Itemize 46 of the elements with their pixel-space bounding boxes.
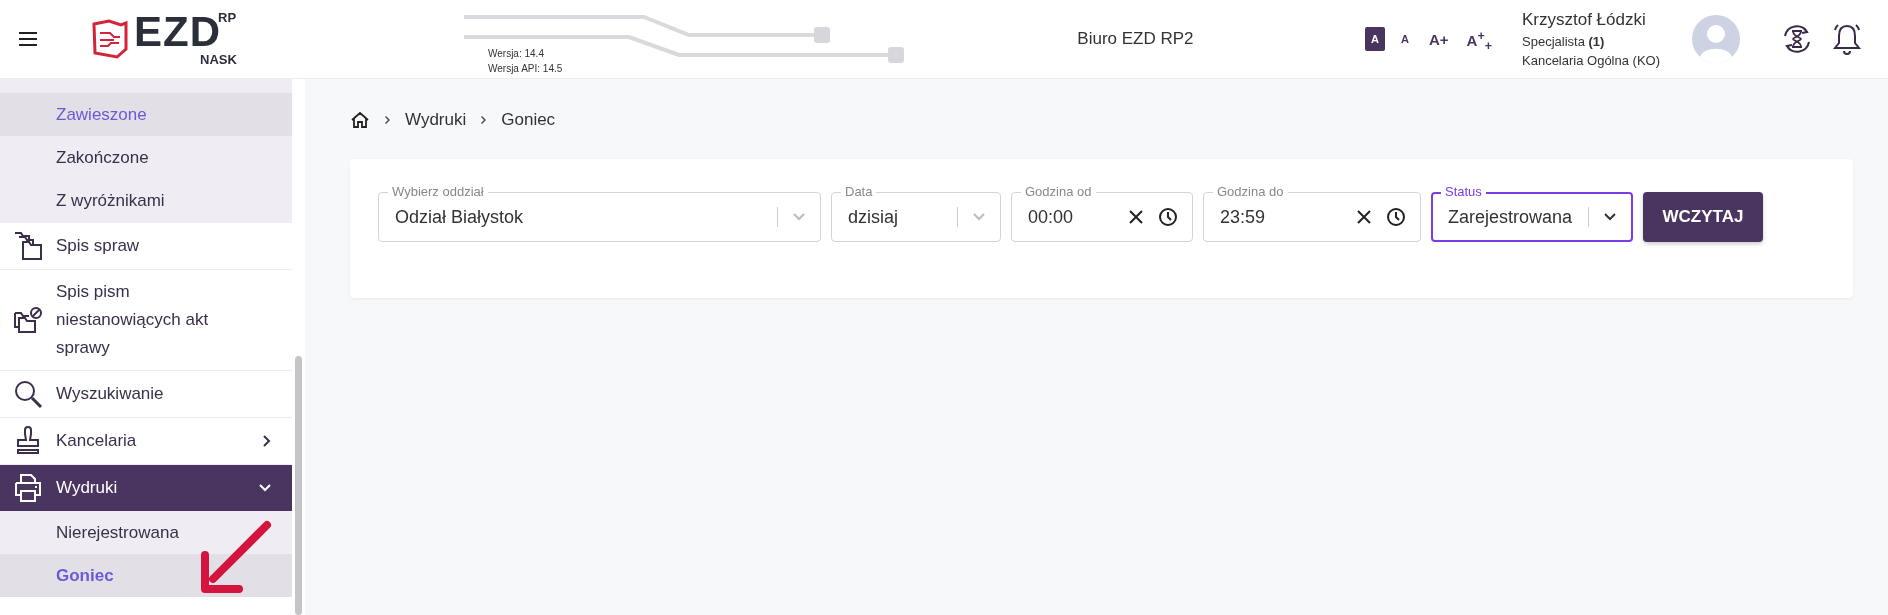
chevron-right-icon bbox=[480, 115, 488, 125]
sidebar-subitem[interactable]: Goniec bbox=[0, 554, 292, 597]
chevron-right-icon bbox=[262, 434, 272, 448]
logo-superscript: RP bbox=[218, 10, 237, 25]
breadcrumb-item[interactable]: Wydruki bbox=[405, 110, 467, 130]
font-size-button[interactable]: A+ bbox=[1424, 27, 1453, 51]
printer-icon bbox=[13, 473, 43, 503]
user-unit: Kancelaria Ogólna (KO) bbox=[1522, 53, 1661, 68]
font-size-button[interactable]: A bbox=[1394, 27, 1415, 51]
home-icon[interactable] bbox=[350, 111, 370, 129]
user-role: Specjalista (1) bbox=[1522, 34, 1606, 49]
folder-blocked-icon bbox=[13, 305, 43, 335]
field-value[interactable]: 00:00 bbox=[1028, 206, 1114, 228]
load-button[interactable]: WCZYTAJ bbox=[1643, 192, 1763, 242]
form-field[interactable]: Status Zarejestrowana bbox=[1431, 183, 1633, 242]
logo-icon bbox=[91, 19, 129, 59]
logo-subtitle: NASK bbox=[200, 52, 237, 67]
user-name: Krzysztof Łódzki bbox=[1522, 10, 1647, 30]
sidebar-subitem[interactable]: Nierejestrowana bbox=[0, 511, 292, 554]
form-field[interactable]: Wybierz oddział Odział Białystok bbox=[378, 183, 821, 242]
form-field[interactable]: Godzina do 23:59 bbox=[1203, 183, 1421, 242]
chevron-down-icon[interactable] bbox=[1603, 212, 1617, 222]
form-field[interactable]: Godzina od 00:00 bbox=[1011, 183, 1193, 242]
scrollbar[interactable] bbox=[295, 356, 302, 615]
sidebar-subitem[interactable]: Z wyróżnikami bbox=[0, 179, 292, 222]
folders-icon bbox=[13, 231, 43, 261]
clock-icon[interactable] bbox=[1386, 207, 1406, 227]
search-icon bbox=[13, 379, 43, 409]
bell-icon[interactable] bbox=[1832, 22, 1862, 56]
sidebar-subitem[interactable]: Zakończone bbox=[0, 136, 292, 179]
sidebar-item[interactable]: Wydruki bbox=[0, 464, 292, 511]
font-size-button[interactable]: A bbox=[1364, 27, 1385, 51]
breadcrumb-item[interactable]: Goniec bbox=[501, 110, 556, 130]
clock-icon[interactable] bbox=[1158, 207, 1178, 227]
version-text: Wersja: 14.4 bbox=[488, 47, 545, 61]
version-text: Wersja API: 14.5 bbox=[488, 62, 563, 76]
field-value[interactable]: Zarejestrowana bbox=[1448, 206, 1574, 228]
clear-icon[interactable] bbox=[1128, 209, 1144, 225]
field-value[interactable]: dzisiaj bbox=[848, 206, 943, 228]
field-value[interactable]: 23:59 bbox=[1220, 206, 1342, 228]
office-title: Biuro EZD RP2 bbox=[1077, 29, 1194, 49]
chevron-right-icon bbox=[384, 115, 391, 125]
sidebar-subitem[interactable]: Zawieszone bbox=[0, 93, 292, 136]
form-field[interactable]: Data dzisiaj bbox=[831, 183, 1001, 242]
clear-icon[interactable] bbox=[1356, 209, 1372, 225]
field-value[interactable]: Odział Białystok bbox=[395, 206, 763, 228]
